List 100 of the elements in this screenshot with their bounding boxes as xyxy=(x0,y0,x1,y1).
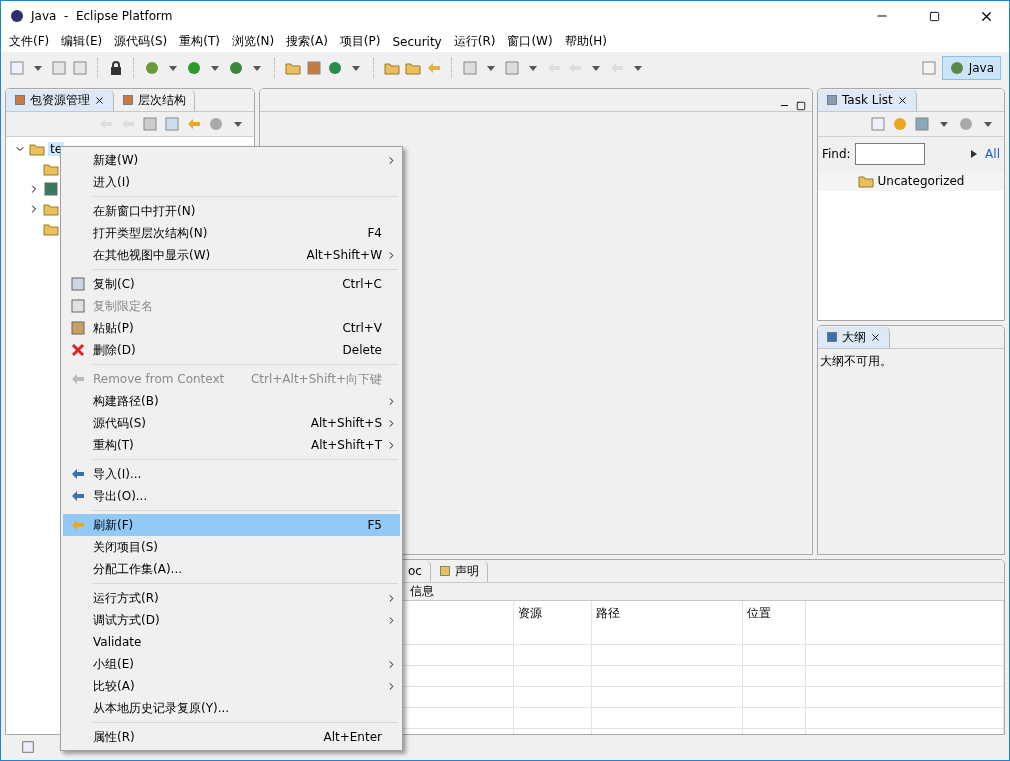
menu-entry-label: 比较(A) xyxy=(93,677,136,695)
column-header: 资源 xyxy=(514,600,592,645)
menu-entry[interactable]: 从本地历史记录复原(Y)... xyxy=(63,697,400,719)
menu-entry[interactable]: 导出(O)... xyxy=(63,485,400,507)
menu-item[interactable]: 源代码(S) xyxy=(108,33,174,51)
shortcut-label: Ctrl+C xyxy=(342,277,382,291)
menu-entry-label: 重构(T) xyxy=(93,436,135,454)
menu-entry[interactable]: 刷新(F) F5 xyxy=(63,514,400,536)
menu-entry[interactable]: 关闭项目(S) xyxy=(63,536,400,558)
menu-entry-label: 运行方式(R) xyxy=(93,589,160,607)
tab-label: 大纲 xyxy=(842,328,866,346)
triangle-icon xyxy=(971,149,978,158)
column-header: 位置 xyxy=(743,600,806,645)
app-logo-icon xyxy=(9,8,25,24)
menu-entry-label: 构建路径(B) xyxy=(93,392,160,410)
menu-entry[interactable]: 粘贴(P) Ctrl+V xyxy=(63,317,400,339)
shortcut-label: Ctrl+V xyxy=(342,321,382,335)
shortcut-label: Ctrl+Alt+Shift+向下键 xyxy=(250,370,382,388)
shortcut-label: Alt+Shift+T xyxy=(311,438,382,452)
menu-entry[interactable]: 源代码(S) Alt+Shift+S xyxy=(63,412,400,434)
menu-entry-label: Remove from Context xyxy=(93,372,226,386)
menu-entry[interactable]: 导入(I)... xyxy=(63,463,400,485)
tab-label: 层次结构 xyxy=(138,91,186,109)
menu-item[interactable]: Security xyxy=(386,34,448,49)
shortcut-label: Alt+Enter xyxy=(323,730,382,744)
menu-item[interactable]: 帮助(H) xyxy=(558,33,614,51)
menu-entry[interactable]: 比较(A) xyxy=(63,675,400,697)
menu-item[interactable]: 重构(T) xyxy=(173,33,226,51)
find-field[interactable] xyxy=(854,142,925,165)
open-folder-icon[interactable] xyxy=(384,60,400,77)
menu-entry-label: 导出(O)... xyxy=(93,487,149,505)
menu-item[interactable]: 浏览(N) xyxy=(225,33,281,51)
menu-entry-label: 导入(I)... xyxy=(93,465,143,483)
menu-entry[interactable]: 进入(I) xyxy=(63,171,400,193)
menu-entry-label: 复制(C) xyxy=(93,275,136,293)
menu-entry-label: 关闭项目(S) xyxy=(93,538,159,556)
tab-label: 包资源管理 xyxy=(30,91,90,109)
menu-entry-label: 粘贴(P) xyxy=(93,319,135,337)
maximize-icon xyxy=(928,10,940,22)
menu-entry[interactable]: 分配工作集(A)... xyxy=(63,558,400,580)
menu-item[interactable]: 项目(P) xyxy=(333,33,387,51)
shortcut-label: F4 xyxy=(367,226,382,240)
menu-item[interactable]: 文件(F) xyxy=(3,33,56,51)
outline-message: 大纲不可用。 xyxy=(818,348,1004,554)
tab-label: oc xyxy=(408,564,422,579)
menu-entry[interactable]: Validate xyxy=(63,631,400,653)
menu-entry[interactable]: 运行方式(R) xyxy=(63,587,400,609)
menu-item[interactable]: 窗口(W) xyxy=(501,33,559,51)
table-cell xyxy=(743,707,806,729)
menu-entry-label: 新建(W) xyxy=(93,151,140,169)
menu-entry[interactable]: 复制(C) Ctrl+C xyxy=(63,273,400,295)
lock-icon[interactable] xyxy=(108,60,124,77)
menu-entry[interactable]: 小组(E) xyxy=(63,653,400,675)
close-icon[interactable] xyxy=(870,331,881,343)
table-cell xyxy=(743,644,806,666)
menu-entry[interactable]: 新建(W) xyxy=(63,149,400,171)
menu-entry-label: Validate xyxy=(93,635,143,649)
menu-entry-label: 分配工作集(A)... xyxy=(93,560,183,578)
menu-entry-label: 打开类型层次结构(N) xyxy=(93,224,209,242)
perspective-button[interactable]: Java xyxy=(941,56,1001,81)
menu-entry[interactable]: 属性(R) Alt+Enter xyxy=(63,726,400,748)
menu-entry[interactable]: 在其他视图中显示(W) Alt+Shift+W xyxy=(63,244,400,266)
shortcut-label: Delete xyxy=(342,343,382,357)
menu-entry-label: 调试方式(D) xyxy=(93,611,161,629)
maximize-icon[interactable] xyxy=(796,100,806,111)
menu-entry[interactable]: 构建路径(B) xyxy=(63,390,400,412)
menu-entry[interactable]: 打开类型层次结构(N) F4 xyxy=(63,222,400,244)
menu-entry-label: 在新窗口中打开(N) xyxy=(93,202,197,220)
menu-item[interactable]: 编辑(E) xyxy=(55,33,109,51)
folder-icon[interactable] xyxy=(405,60,421,77)
menu-entry[interactable]: 调试方式(D) xyxy=(63,609,400,631)
all-link[interactable]: All xyxy=(985,146,1000,161)
category-label: Uncategorized xyxy=(877,173,965,188)
menu-entry-label: 源代码(S) xyxy=(93,414,147,432)
menu-entry[interactable]: 在新窗口中打开(N) xyxy=(63,200,400,222)
shortcut-label: Alt+Shift+S xyxy=(310,416,382,430)
library-icon xyxy=(43,180,59,197)
view-tab[interactable]: 大纲 xyxy=(818,326,890,348)
menu-entry[interactable]: 重构(T) Alt+Shift+T xyxy=(63,434,400,456)
menu-entry-label: 进入(I) xyxy=(93,173,131,191)
menu-entry-label: 刷新(F) xyxy=(93,516,135,534)
menu-entry-label: 属性(R) xyxy=(93,728,136,746)
menu-entry-label: 删除(D) xyxy=(93,341,137,359)
menu-item[interactable]: 运行(R) xyxy=(447,33,502,51)
menu-entry-label: 小组(E) xyxy=(93,655,135,673)
menu-entry[interactable]: 删除(D) Delete xyxy=(63,339,400,361)
close-icon[interactable] xyxy=(896,94,908,106)
close-icon[interactable] xyxy=(94,94,105,106)
find-label: Find: xyxy=(822,146,851,161)
tab-label: Task List xyxy=(842,93,893,108)
column-header: 路径 xyxy=(592,600,743,645)
shortcut-label: F5 xyxy=(367,518,382,532)
window-title: Java - Eclipse Platform xyxy=(31,9,174,23)
menu-entry-label: 复制限定名 xyxy=(93,297,154,315)
view-tab[interactable]: Task List xyxy=(818,89,917,111)
menu-entry-label: 从本地历史记录复原(Y)... xyxy=(93,699,231,717)
view-tab[interactable]: 包资源管理 xyxy=(6,89,114,111)
panel-title: 信息 xyxy=(410,582,434,600)
menu-item[interactable]: 搜索(A) xyxy=(280,33,334,51)
table-cell xyxy=(743,665,806,687)
